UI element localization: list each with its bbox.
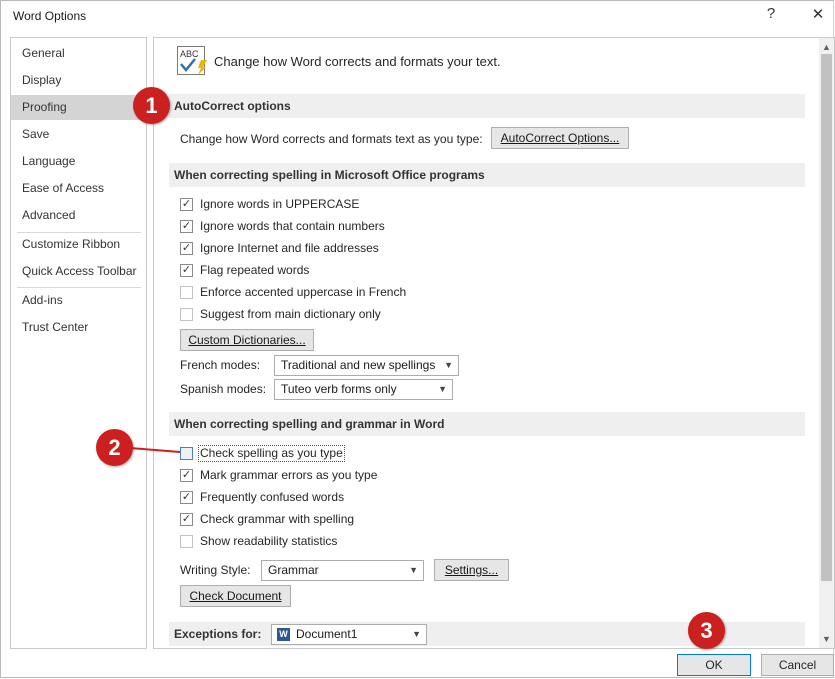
writing-style-value: Grammar: [268, 563, 319, 577]
label-ignore-internet: Ignore Internet and file addresses: [200, 241, 379, 255]
exceptions-label: Exceptions for:: [174, 627, 262, 641]
section-autocorrect: AutoCorrect options: [169, 94, 805, 118]
exceptions-value: Document1: [296, 627, 358, 641]
label-check-grammar-with-spelling: Check grammar with spelling: [200, 512, 355, 526]
checkbox-check-grammar-with-spelling[interactable]: ✓: [180, 513, 193, 526]
sidebar-item-ease-of-access[interactable]: Ease of Access: [11, 176, 146, 201]
word-document-icon: W: [277, 628, 290, 641]
autocorrect-options-label: AutoCorrect Options...: [500, 131, 620, 145]
checkbox-ignore-numbers[interactable]: ✓: [180, 220, 193, 233]
ok-button[interactable]: OK: [677, 654, 751, 676]
checkbox-ignore-internet[interactable]: ✓: [180, 242, 193, 255]
label-ignore-numbers: Ignore words that contain numbers: [200, 219, 385, 233]
autocorrect-description: Change how Word corrects and formats tex…: [180, 132, 483, 146]
options-sidebar: General Display Proofing Save Language E…: [10, 37, 147, 649]
autocorrect-options-button[interactable]: AutoCorrect Options...: [491, 127, 629, 149]
checkbox-flag-repeated[interactable]: ✓: [180, 264, 193, 277]
label-flag-repeated: Flag repeated words: [200, 263, 310, 277]
settings-button[interactable]: Settings...: [434, 559, 509, 581]
word-options-dialog: Word Options ? ✕ General Display Proofin…: [0, 0, 835, 678]
checkbox-frequently-confused[interactable]: ✓: [180, 491, 193, 504]
checkbox-check-spelling-as-you-type[interactable]: [180, 447, 193, 460]
spanish-modes-dropdown[interactable]: Tuteo verb forms only ▼: [274, 379, 453, 400]
section-office-spelling: When correcting spelling in Microsoft Of…: [169, 163, 805, 187]
close-button[interactable]: ✕: [805, 5, 831, 23]
proofing-header-text: Change how Word corrects and formats you…: [214, 54, 501, 69]
label-suggest-main-dict: Suggest from main dictionary only: [200, 307, 381, 321]
cancel-button[interactable]: Cancel: [761, 654, 834, 676]
callout-2: 2: [96, 429, 133, 466]
check-document-label: Check Document: [189, 589, 282, 603]
dialog-title: Word Options: [13, 9, 87, 23]
scroll-up-icon[interactable]: ▲: [822, 42, 831, 52]
french-modes-value: Traditional and new spellings: [281, 358, 436, 372]
sidebar-item-quick-access-toolbar[interactable]: Quick Access Toolbar: [11, 259, 146, 284]
label-check-spelling-as-you-type: Check spelling as you type: [200, 446, 343, 460]
scrollbar-thumb[interactable]: [821, 54, 832, 581]
section-word-spelling: When correcting spelling and grammar in …: [169, 412, 805, 436]
checkbox-suggest-main-dict[interactable]: [180, 308, 193, 321]
checkbox-ignore-uppercase[interactable]: ✓: [180, 198, 193, 211]
label-frequently-confused: Frequently confused words: [200, 490, 345, 504]
sidebar-item-general[interactable]: General: [11, 41, 146, 66]
vertical-scrollbar[interactable]: ▲ ▼: [819, 38, 834, 648]
callout-3: 3: [688, 612, 725, 649]
writing-style-dropdown[interactable]: Grammar ▼: [261, 560, 424, 581]
writing-style-label: Writing Style:: [180, 563, 251, 577]
french-modes-dropdown[interactable]: Traditional and new spellings ▼: [274, 355, 459, 376]
custom-dictionaries-label: Custom Dictionaries...: [188, 333, 306, 347]
chevron-down-icon: ▼: [438, 384, 447, 394]
label-ignore-uppercase: Ignore words in UPPERCASE: [200, 197, 360, 211]
label-enforce-accented: Enforce accented uppercase in French: [200, 285, 407, 299]
callout-1: 1: [133, 87, 170, 124]
help-button[interactable]: ?: [758, 5, 784, 22]
sidebar-item-save[interactable]: Save: [11, 122, 146, 147]
spanish-modes-label: Spanish modes:: [180, 382, 267, 396]
chevron-down-icon: ▼: [412, 629, 421, 639]
checkbox-enforce-accented[interactable]: [180, 286, 193, 299]
french-modes-label: French modes:: [180, 358, 261, 372]
exceptions-dropdown[interactable]: W Document1 ▼: [271, 624, 427, 645]
sidebar-item-trust-center[interactable]: Trust Center: [11, 315, 146, 340]
proofing-panel: ABC Change how Word corrects and formats…: [153, 37, 835, 649]
custom-dictionaries-button[interactable]: Custom Dictionaries...: [180, 329, 314, 351]
label-mark-grammar-errors: Mark grammar errors as you type: [200, 468, 378, 482]
check-document-button[interactable]: Check Document: [180, 585, 291, 607]
sidebar-item-language[interactable]: Language: [11, 149, 146, 174]
spanish-modes-value: Tuteo verb forms only: [281, 382, 397, 396]
checkbox-readability-statistics[interactable]: [180, 535, 193, 548]
sidebar-item-proofing[interactable]: Proofing: [11, 95, 146, 120]
sidebar-item-add-ins[interactable]: Add-ins: [11, 288, 146, 313]
label-readability-statistics: Show readability statistics: [200, 534, 338, 548]
sidebar-item-customize-ribbon[interactable]: Customize Ribbon: [11, 232, 146, 257]
sidebar-item-advanced[interactable]: Advanced: [11, 203, 146, 228]
proofing-abc-icon: ABC: [177, 46, 207, 75]
settings-button-label: Settings...: [444, 563, 499, 577]
checkbox-mark-grammar-errors[interactable]: ✓: [180, 469, 193, 482]
abc-icon-text: ABC: [180, 49, 199, 59]
chevron-down-icon: ▼: [409, 565, 418, 575]
chevron-down-icon: ▼: [444, 360, 453, 370]
scroll-down-icon[interactable]: ▼: [822, 634, 831, 644]
sidebar-item-display[interactable]: Display: [11, 68, 146, 93]
